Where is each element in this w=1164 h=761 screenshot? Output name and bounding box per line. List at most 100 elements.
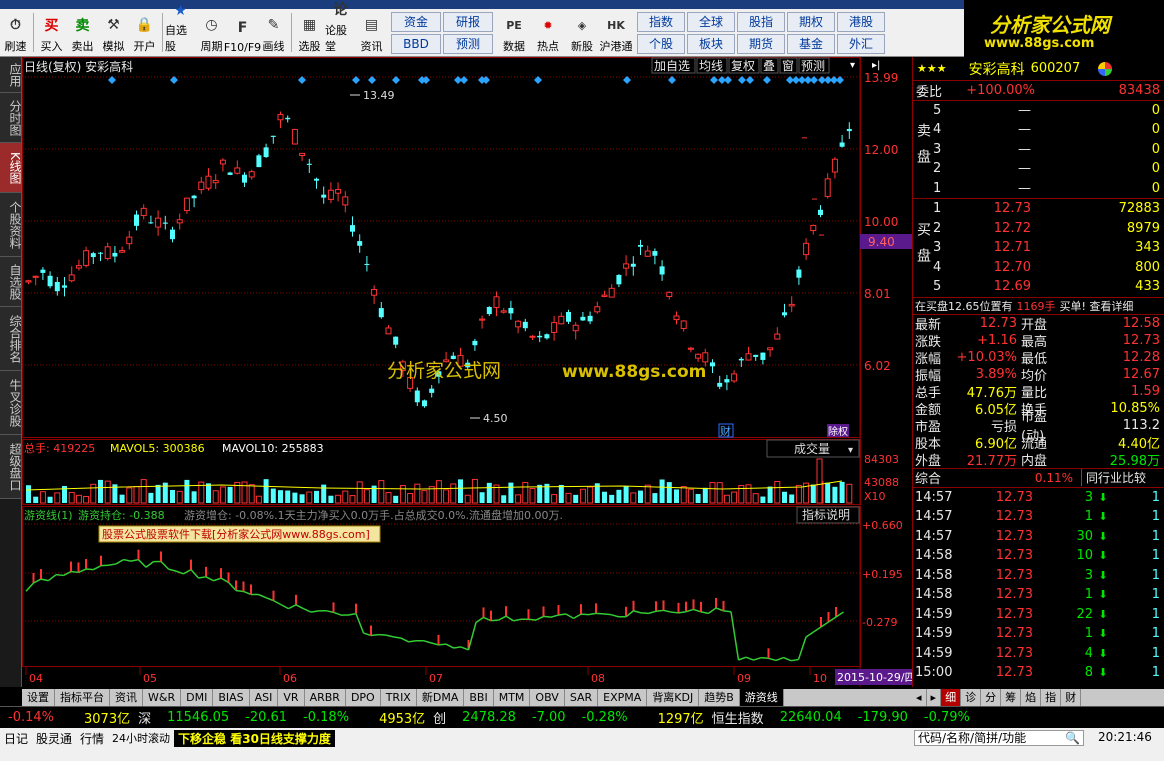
indicator-tab[interactable]: DPO [346, 689, 381, 706]
ad-banner[interactable]: 股票公式股票软件下载[分析家公式网www.88gs.com] [102, 527, 370, 541]
left-nav-item[interactable]: 个股资料 [0, 193, 22, 257]
toolbar-grid-button[interactable]: BBD [391, 34, 441, 54]
menu-arrow-icon[interactable]: ▸| [872, 60, 880, 71]
toolbar-button-4[interactable]: 🔒 开户 [129, 9, 160, 56]
index-status-item[interactable]: 创 [425, 708, 454, 727]
index-status-item[interactable]: 22640.04 [772, 710, 850, 725]
volume-dropdown-icon[interactable]: ▾ [848, 445, 853, 456]
news-scroll-label[interactable]: 24小时滚动 [108, 730, 174, 746]
sell-row[interactable]: 5 — 0 [913, 101, 1164, 121]
buy-row[interactable]: 5 12.69 433 [913, 277, 1164, 297]
sell-row[interactable]: 3 — 0 [913, 140, 1164, 160]
indicator-tab[interactable]: DMI [181, 689, 214, 706]
index-status-item[interactable]: 恒生指数 [704, 708, 772, 727]
toolbar-grid-button[interactable]: 资金 [391, 12, 441, 32]
tick-list[interactable]: 14:57 12.73 3 ⬇ 1 14:57 12.73 1 ⬇ 1 14:57 12.73 30 ⬇ 1… [913, 488, 1164, 683]
tab-scroll-left-icon[interactable]: ◂ [912, 689, 927, 706]
sell-row[interactable]: 2 — 0 [913, 159, 1164, 179]
finance-tag[interactable]: 财 [720, 424, 731, 438]
toolbar-button2-0[interactable]: PE 数据 [497, 9, 531, 56]
chart-canvas[interactable]: 日线(复权) 安彩高科 加自选 均线 复权叠窗预测 ▸| ▾ 13.99 12.00… [22, 57, 912, 687]
indicator-help-button[interactable]: 指标说明 [802, 507, 850, 522]
toolbar-button-1[interactable]: 买买入 [36, 9, 67, 56]
toolbar-button-8[interactable]: ✎ 画线 [258, 9, 289, 56]
right-tab[interactable]: 细 [941, 689, 962, 706]
header-button[interactable]: 叠 [763, 59, 775, 73]
header-button[interactable]: 均线 [699, 59, 723, 73]
toolbar-button2-3[interactable]: HK 沪港通 [599, 9, 633, 56]
sell-row[interactable]: 1 — 0 [913, 179, 1164, 199]
gulingtong-link[interactable]: 股灵通 [32, 730, 76, 747]
toolbar-button-9[interactable]: ▦ 选股 [294, 9, 325, 56]
index-status-item[interactable]: -0.79% [916, 710, 978, 725]
indicator-tab[interactable]: 背离KDJ [647, 689, 700, 706]
left-nav-item[interactable]: 分时图 [0, 93, 22, 143]
indicator-tab[interactable]: 游资线 [739, 689, 784, 706]
right-tab[interactable]: 分 [981, 689, 1002, 706]
header-button[interactable]: 加自选 [654, 59, 690, 73]
market-link[interactable]: 行情 [76, 730, 108, 747]
toolbar-button-5[interactable]: ★ 自选股 [165, 3, 196, 56]
indicator-tab[interactable]: 设置 [22, 689, 55, 706]
left-nav-item[interactable]: 自选股 [0, 257, 22, 307]
toolbar-button-2[interactable]: 卖卖出 [67, 9, 98, 56]
volume-button[interactable]: 成交量 [794, 441, 830, 456]
toolbar-grid-button[interactable]: 指数 [637, 12, 685, 32]
toolbar-grid-button[interactable]: 预测 [443, 34, 493, 54]
indicator-tab[interactable]: VR [278, 689, 305, 706]
toolbar-grid-button[interactable]: 个股 [637, 34, 685, 54]
index-status-item[interactable]: 深 [130, 708, 159, 727]
toolbar-grid-button[interactable]: 板块 [687, 34, 735, 54]
toolbar-grid-button[interactable]: 股指 [737, 12, 785, 32]
indicator-tab[interactable]: 新DMA [417, 689, 465, 706]
toolbar-grid-button[interactable]: 研报 [443, 12, 493, 32]
right-tab[interactable]: 焰 [1021, 689, 1042, 706]
right-tab[interactable]: 指 [1041, 689, 1062, 706]
indicator-tab[interactable]: W&R [143, 689, 182, 706]
buy-row[interactable]: 3 12.71 343 [913, 238, 1164, 258]
right-tab[interactable]: 诊 [961, 689, 982, 706]
toolbar-button2-1[interactable]: ✹ 热点 [531, 9, 565, 56]
indicator-tab[interactable]: ASI [250, 689, 279, 706]
index-status-item[interactable]: 2478.28 [454, 710, 524, 725]
toolbar-button-11[interactable]: ▤ 资讯 [356, 9, 387, 56]
header-button[interactable]: 复权 [731, 59, 755, 73]
indicator-tab[interactable]: BBI [464, 689, 494, 706]
toolbar-grid-button[interactable]: 基金 [787, 34, 835, 54]
left-nav-item[interactable]: 应用 [0, 57, 22, 93]
indicator-tab[interactable]: 资讯 [110, 689, 143, 706]
index-status-item[interactable]: -0.28% [574, 710, 636, 725]
exright-tag[interactable]: 除权 [828, 425, 848, 438]
index-status-item[interactable]: 4953亿 [357, 708, 425, 727]
header-button[interactable]: 预测 [801, 59, 825, 73]
toolbar-button-10[interactable]: 论论股堂 [325, 2, 356, 56]
indicator-tab[interactable]: BIAS [213, 689, 250, 706]
index-status-item[interactable]: 3073亿 [62, 708, 130, 727]
search-input[interactable]: 代码/名称/简拼/功能 🔍 [914, 730, 1084, 746]
toolbar-grid-button[interactable]: 港股 [837, 12, 885, 32]
compare-button[interactable]: 同行业比较 [1081, 469, 1146, 486]
left-nav-item[interactable]: K线图 [0, 143, 22, 193]
right-tab[interactable]: 财 [1061, 689, 1082, 706]
kline-chart-area[interactable]: 日线(复权) 安彩高科 加自选 均线 复权叠窗预测 ▸| ▾ 13.99 12.00… [22, 57, 912, 687]
left-nav-item[interactable]: 牛叉诊股 [0, 371, 22, 435]
toolbar-grid-button[interactable]: 外汇 [837, 34, 885, 54]
index-status-item[interactable]: -179.90 [850, 710, 916, 725]
toolbar-grid-button[interactable]: 全球 [687, 12, 735, 32]
indicator-tab[interactable]: ARBR [305, 689, 346, 706]
index-status-item[interactable]: 11546.05 [159, 710, 237, 725]
indicator-tab[interactable]: EXPMA [598, 689, 648, 706]
indicator-tab[interactable]: OBV [530, 689, 565, 706]
news-ticker[interactable]: 下移企稳 看30日线支撑力度 [174, 730, 335, 747]
index-status-item[interactable]: -7.00 [524, 710, 574, 725]
search-icon[interactable]: 🔍 [1065, 731, 1080, 745]
buy-row[interactable]: 2 12.72 8979 [913, 219, 1164, 239]
buy-row[interactable]: 1 12.73 72883 [913, 199, 1164, 219]
indicator-tab[interactable]: 指标平台 [55, 689, 110, 706]
index-status-item[interactable]: -0.18% [295, 710, 357, 725]
toolbar-grid-button[interactable]: 期权 [787, 12, 835, 32]
big-order-info[interactable]: 在买盘12.65位置有 1169手 买单! 查看详细 [913, 298, 1164, 315]
dropdown-icon[interactable]: ▾ [850, 60, 855, 71]
left-nav-item[interactable]: 综合排名 [0, 307, 22, 371]
indicator-tab[interactable]: MTM [494, 689, 531, 706]
